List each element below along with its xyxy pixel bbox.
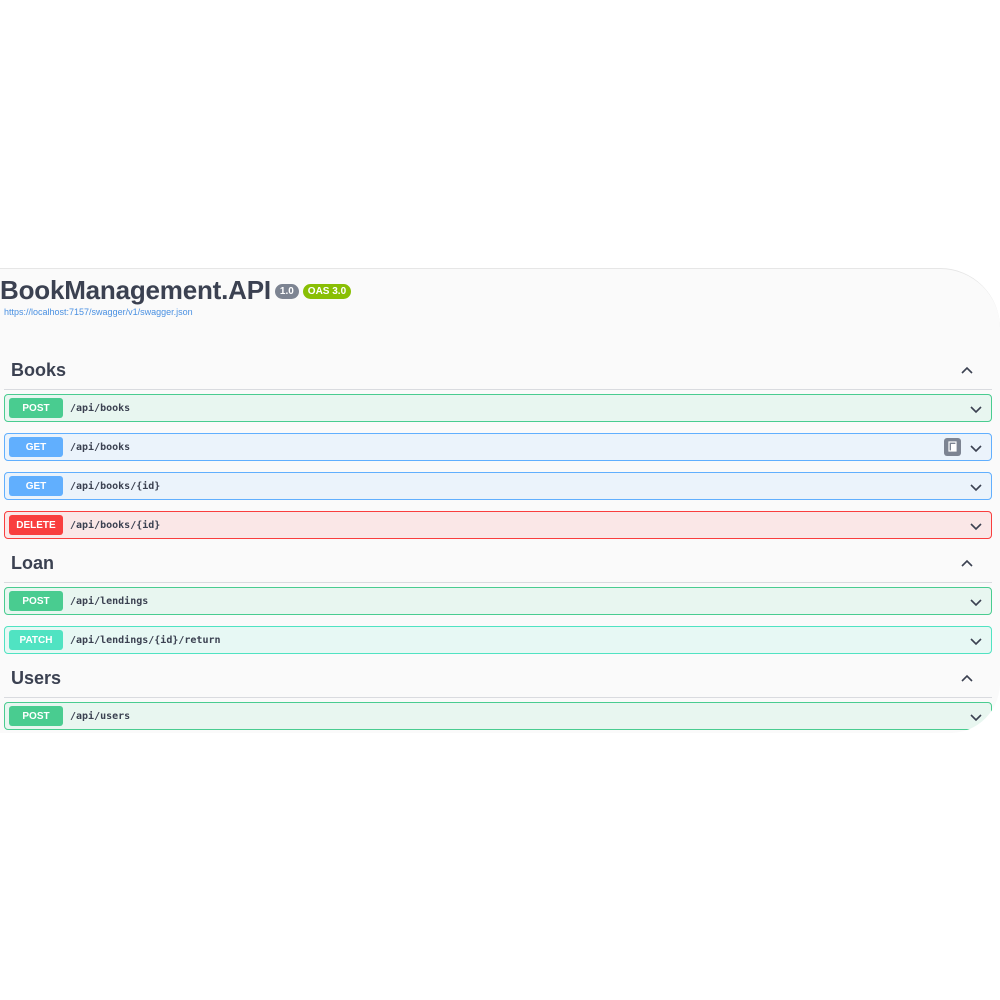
- title-row: BookManagement.API 1.0 OAS 3.0: [0, 275, 352, 305]
- version-badge: 1.0: [274, 284, 299, 299]
- method-badge: POST: [9, 591, 63, 611]
- chevron-down-icon[interactable]: [969, 441, 983, 455]
- operation-path: /api/lendings/{id}/return: [70, 634, 221, 646]
- copy-icon[interactable]: [944, 438, 961, 456]
- operation-path: /api/books/{id}: [70, 480, 161, 492]
- section-loan: Loan POST /api/lendings PATCH /api/lendi…: [4, 544, 992, 654]
- chevron-down-icon[interactable]: [969, 710, 983, 724]
- section-books: Books POST /api/books GET /api/books GET…: [4, 351, 992, 539]
- operation-patch-lending-return[interactable]: PATCH /api/lendings/{id}/return: [4, 626, 992, 654]
- operation-post-users[interactable]: POST /api/users: [4, 702, 992, 730]
- oas-badge: OAS 3.0: [302, 284, 352, 299]
- operation-path: /api/users: [70, 710, 131, 722]
- chevron-down-icon[interactable]: [969, 402, 983, 416]
- section-title: Books: [11, 359, 67, 380]
- section-header-books[interactable]: Books: [4, 351, 992, 390]
- operation-path: /api/books/{id}: [70, 519, 161, 531]
- operation-get-book-by-id[interactable]: GET /api/books/{id}: [4, 472, 992, 500]
- method-badge: PATCH: [9, 630, 63, 650]
- operation-post-books[interactable]: POST /api/books: [4, 394, 992, 422]
- method-badge: POST: [9, 706, 63, 726]
- api-info: BookManagement.API 1.0 OAS 3.0 https://l…: [0, 275, 352, 317]
- operation-path: /api/books: [70, 402, 131, 414]
- chevron-up-icon[interactable]: [960, 671, 974, 685]
- chevron-down-icon[interactable]: [969, 480, 983, 494]
- swagger-page: BookManagement.API 1.0 OAS 3.0 https://l…: [0, 268, 1000, 733]
- operation-delete-book[interactable]: DELETE /api/books/{id}: [4, 511, 992, 539]
- section-title: Loan: [11, 552, 54, 573]
- spec-url-link[interactable]: https://localhost:7157/swagger/v1/swagge…: [4, 307, 351, 317]
- section-users: Users POST /api/users: [4, 659, 992, 730]
- method-badge: DELETE: [9, 515, 63, 535]
- section-header-users[interactable]: Users: [4, 659, 992, 698]
- chevron-down-icon[interactable]: [969, 519, 983, 533]
- chevron-down-icon[interactable]: [969, 595, 983, 609]
- api-title: BookManagement.API: [0, 275, 271, 305]
- operation-path: /api/books: [70, 441, 131, 453]
- section-title: Users: [11, 667, 62, 688]
- operation-get-books[interactable]: GET /api/books: [4, 433, 992, 461]
- chevron-up-icon[interactable]: [960, 556, 974, 570]
- chevron-down-icon[interactable]: [969, 634, 983, 648]
- method-badge: POST: [9, 398, 63, 418]
- method-badge: GET: [9, 476, 63, 496]
- chevron-up-icon[interactable]: [960, 363, 974, 377]
- section-header-loan[interactable]: Loan: [4, 544, 992, 583]
- operation-path: /api/lendings: [70, 595, 149, 607]
- operation-post-lendings[interactable]: POST /api/lendings: [4, 587, 992, 615]
- method-badge: GET: [9, 437, 63, 457]
